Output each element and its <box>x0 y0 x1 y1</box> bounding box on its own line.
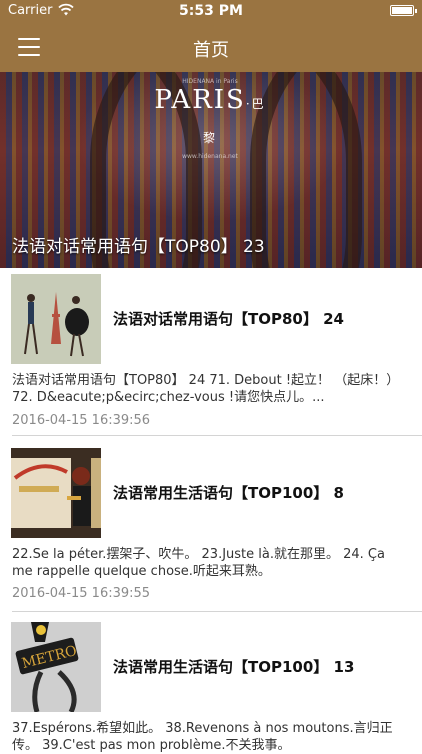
page-title: 首页 <box>193 40 229 61</box>
couple-eiffel-thumbnail <box>11 274 101 364</box>
article-excerpt: 37.Espérons.希望如此。 38.Revenons à nos mout… <box>12 721 393 753</box>
article-excerpt: 22.Se la péter.摆架子、吹牛。 23.Juste là.就在那里。… <box>12 547 385 579</box>
article-excerpt: 法语对话常用语句【TOP80】 24 71. Debout !起立！ （起床！）… <box>12 373 400 405</box>
status-bar: Carrier 5:53 PM <box>0 0 422 22</box>
list-item[interactable]: 法语对话常用语句【TOP80】 24 法语对话常用语句【TOP80】 24 71… <box>0 268 422 436</box>
article-title[interactable]: 法语常用生活语句【TOP100】 8 <box>113 482 344 503</box>
list-item[interactable]: 法语常用生活语句【TOP100】 8 22.Se la péter.摆架子、吹牛… <box>0 436 422 612</box>
hero-caption[interactable]: 法语对话常用语句【TOP80】 23 <box>12 232 265 257</box>
article-title[interactable]: 法语常用生活语句【TOP100】 13 <box>113 656 354 677</box>
battery-icon <box>390 5 417 16</box>
article-date: 2016-04-15 16:39:56 <box>12 413 151 428</box>
metro-sign-thumbnail: METRO <box>11 622 101 712</box>
article-date: 2016-04-15 16:39:55 <box>12 586 151 601</box>
clock: 5:53 PM <box>179 3 243 19</box>
nav-bar: 首页 <box>0 22 422 72</box>
list-item[interactable]: METRO 法语常用生活语句【TOP100】 13 37.Espérons.希望… <box>0 612 422 753</box>
hero-banner[interactable]: HIDENANA in Paris PARIS·巴黎 www.hidenana.… <box>0 72 422 268</box>
metro-poster-thumbnail <box>11 448 101 538</box>
site-logo: HIDENANA in Paris PARIS·巴黎 www.hidenana.… <box>154 78 266 160</box>
article-title[interactable]: 法语对话常用语句【TOP80】 24 <box>113 308 344 329</box>
